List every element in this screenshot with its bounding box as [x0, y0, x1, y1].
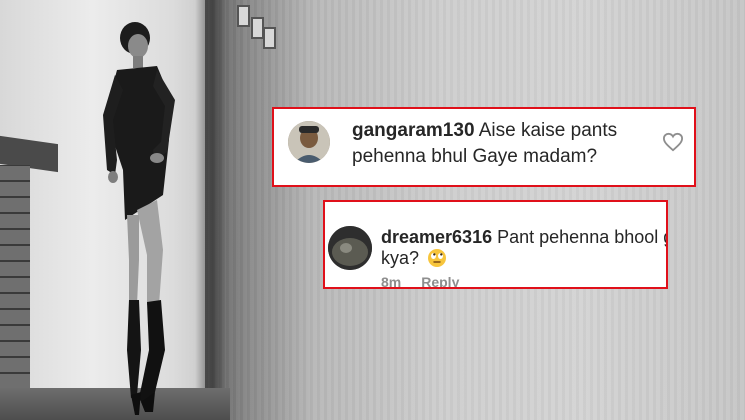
- comment-text: Aise kaise pants: [478, 120, 618, 141]
- comment-timestamp: 8m: [381, 274, 402, 289]
- avatar[interactable]: [328, 226, 372, 270]
- comment-card-2: dreamer6316 Pant pehenna bhool gayi kya?…: [323, 200, 668, 289]
- electric-meters: [237, 5, 276, 50]
- comment-card-1: gangaram130 Aise kaise pants pehenna bhu…: [272, 107, 696, 187]
- heart-outline-icon[interactable]: [662, 132, 684, 152]
- comment-username[interactable]: dreamer6316: [381, 227, 492, 247]
- comment-text-continued: kya?: [381, 248, 420, 268]
- comment-username[interactable]: gangaram130: [352, 120, 475, 141]
- avatar[interactable]: [288, 121, 330, 163]
- posing-woman: [103, 22, 175, 415]
- comment-text-continued: pehenna bhul Gaye madam?: [352, 146, 598, 167]
- reply-button[interactable]: Reply: [421, 274, 459, 287]
- face-with-rolling-eyes-icon: [428, 249, 447, 267]
- brick-column: [0, 165, 30, 420]
- comment-text: Pant pehenna bhool gayi: [497, 227, 666, 247]
